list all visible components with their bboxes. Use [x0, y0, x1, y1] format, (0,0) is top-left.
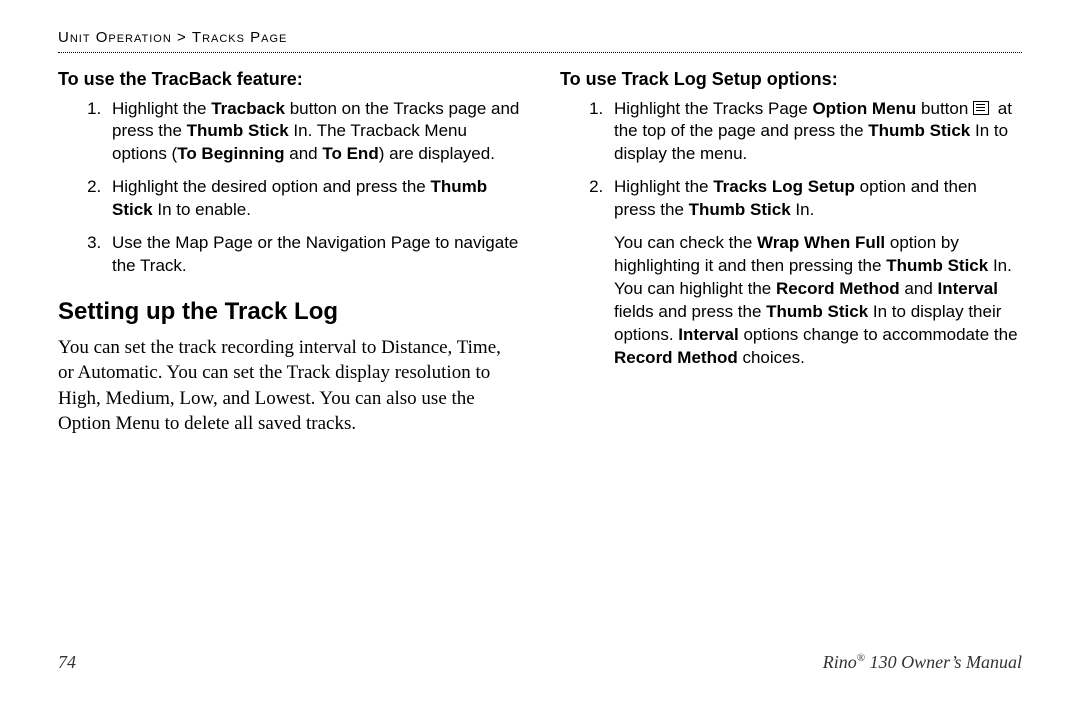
registered-mark: ® — [857, 652, 865, 664]
text: Highlight the — [614, 177, 713, 196]
list-item: Highlight the Tracks Log Setup option an… — [608, 176, 1022, 222]
bold: Option Menu — [812, 99, 916, 118]
setup-paragraph: You can check the Wrap When Full option … — [614, 232, 1022, 370]
section-heading-setup-options: To use Track Log Setup options: — [560, 67, 1022, 91]
list-item: Highlight the Tracback button on the Tra… — [106, 98, 520, 167]
manual-title: Rino® 130 Owner’s Manual — [823, 650, 1022, 674]
page-footer: 74 Rino® 130 Owner’s Manual — [58, 650, 1022, 674]
bold: Thumb Stick — [886, 256, 988, 275]
list-item: Highlight the desired option and press t… — [106, 176, 520, 222]
text: In. — [791, 200, 815, 219]
bold: Tracback — [211, 99, 285, 118]
text: and — [285, 144, 323, 163]
text: In to enable. — [153, 200, 251, 219]
text: Highlight the desired option and press t… — [112, 177, 430, 196]
bold: Thumb Stick — [689, 200, 791, 219]
setup-body: You can set the track recording interval… — [58, 335, 520, 438]
content-columns: To use the TracBack feature: Highlight t… — [58, 67, 1022, 437]
bold: Thumb Stick — [766, 302, 868, 321]
list-item: Use the Map Page or the Navigation Page … — [106, 232, 520, 278]
bold: Wrap When Full — [757, 233, 885, 252]
left-column: To use the TracBack feature: Highlight t… — [58, 67, 520, 437]
option-menu-icon — [973, 101, 989, 115]
breadcrumb-page: Tracks Page — [192, 29, 287, 46]
bold: Interval — [938, 279, 998, 298]
bold: Record Method — [776, 279, 900, 298]
bold: Record Method — [614, 348, 738, 367]
text: Highlight the Tracks Page — [614, 99, 812, 118]
section-heading-tracback: To use the TracBack feature: — [58, 67, 520, 91]
text: button — [916, 99, 973, 118]
section-heading-setup: Setting up the Track Log — [58, 296, 520, 328]
list-item: Highlight the Tracks Page Option Menu bu… — [608, 98, 1022, 167]
bold: Interval — [678, 325, 738, 344]
bold: To Beginning — [177, 144, 284, 163]
text: You can check the — [614, 233, 757, 252]
bold: Thumb Stick — [868, 121, 970, 140]
text: options change to accommodate the — [739, 325, 1018, 344]
breadcrumb-sep: > — [177, 29, 187, 46]
bold: Thumb Stick — [187, 121, 289, 140]
bold: Tracks Log Setup — [713, 177, 855, 196]
right-column: To use Track Log Setup options: Highligh… — [560, 67, 1022, 437]
breadcrumb-section: Unit Operation — [58, 29, 172, 46]
text: and — [900, 279, 938, 298]
text: Use the Map Page or the Navigation Page … — [112, 233, 518, 275]
page-number: 74 — [58, 650, 76, 674]
setup-steps: Highlight the Tracks Page Option Menu bu… — [560, 98, 1022, 223]
text: ) are displayed. — [379, 144, 495, 163]
text: 130 Owner’s Manual — [865, 652, 1022, 672]
breadcrumb: Unit Operation > Tracks Page — [58, 28, 1022, 48]
bold: To End — [322, 144, 378, 163]
tracback-steps: Highlight the Tracback button on the Tra… — [58, 98, 520, 279]
text: choices. — [738, 348, 805, 367]
text: Highlight the — [112, 99, 211, 118]
text: fields and press the — [614, 302, 766, 321]
header-rule — [58, 52, 1022, 53]
manual-page: Unit Operation > Tracks Page To use the … — [0, 0, 1080, 702]
text: Rino — [823, 652, 857, 672]
